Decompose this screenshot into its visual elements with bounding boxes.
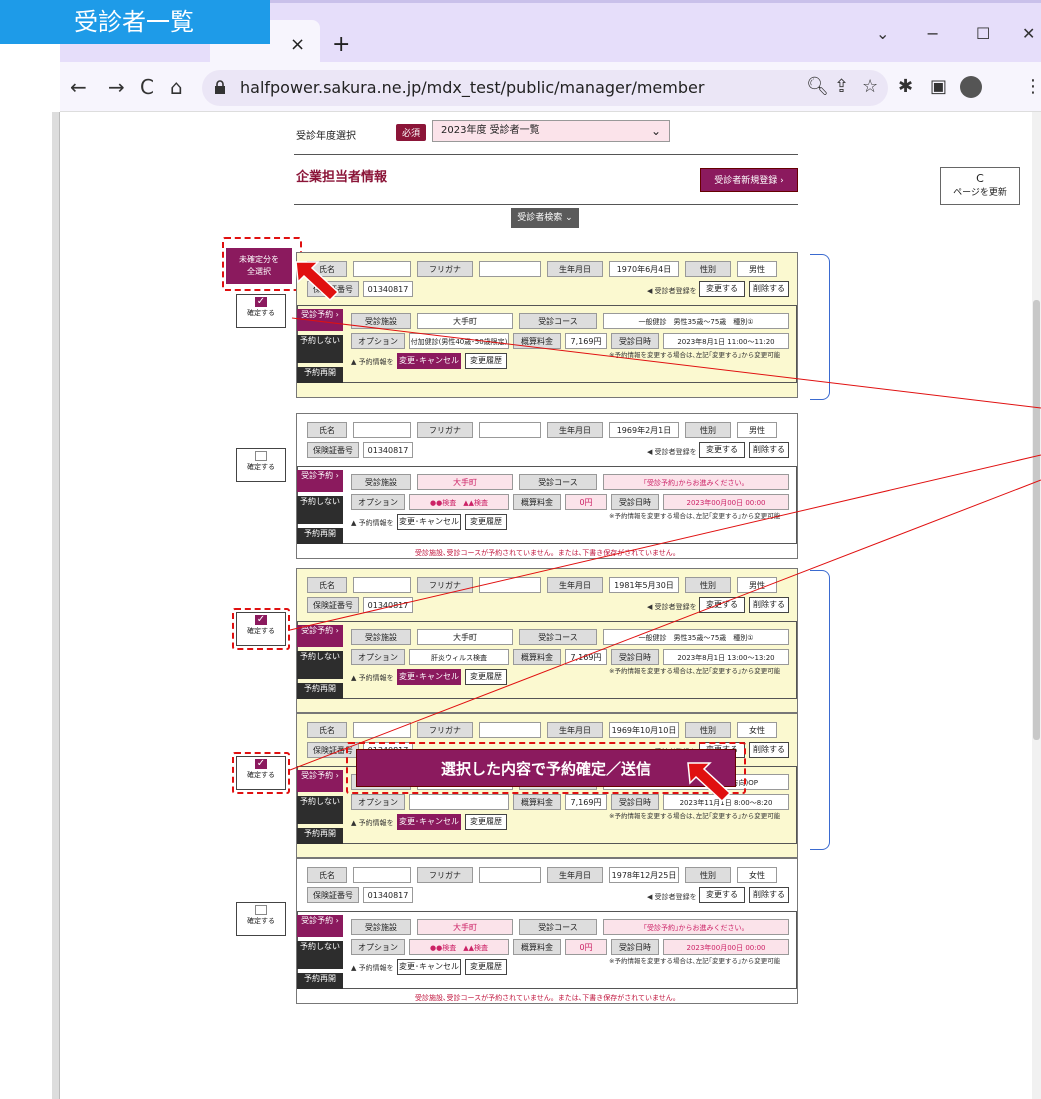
annotation-line (291, 317, 1041, 409)
annotation-overlay (289, 261, 1041, 803)
annotation-line (289, 454, 1041, 631)
annotation-line (289, 479, 1041, 771)
arrow-icon (295, 261, 340, 302)
arrow-icon (687, 762, 732, 803)
